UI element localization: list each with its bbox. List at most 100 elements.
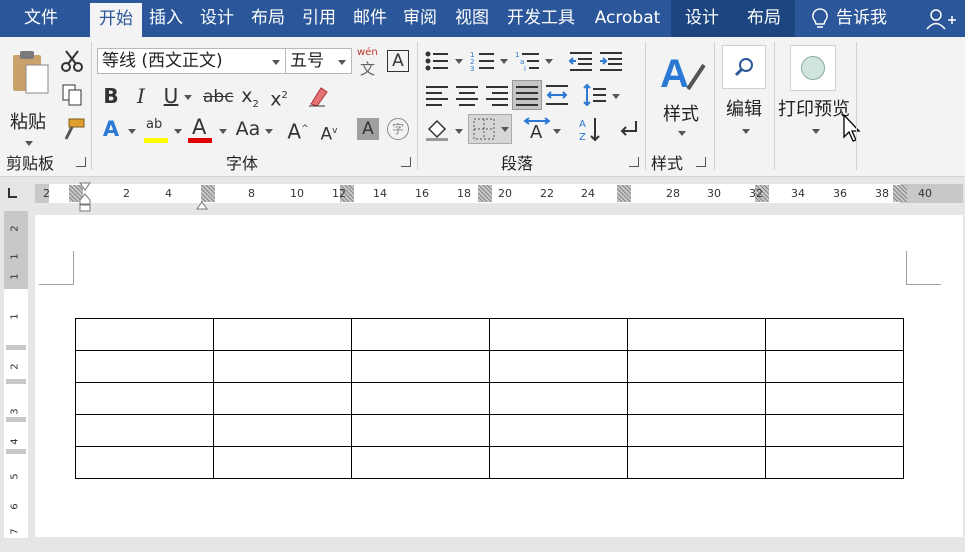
line-spacing-icon[interactable]: [582, 83, 608, 107]
table-cell[interactable]: [351, 350, 490, 383]
document-page[interactable]: [35, 215, 963, 537]
horizontal-ruler[interactable]: 2 2 4 8 10 12 14 16 18 20 22 24 28 30 32 34 36 38 40: [0, 177, 965, 212]
row-marker[interactable]: [6, 345, 26, 350]
table-cell[interactable]: [627, 318, 766, 351]
table-cell[interactable]: [213, 318, 352, 351]
tab-9[interactable]: 开发工具: [500, 0, 582, 37]
show-formatting-marks-icon[interactable]: [616, 117, 640, 141]
tab-6[interactable]: 邮件: [347, 0, 393, 37]
table-cell[interactable]: [765, 446, 904, 479]
numbering-icon[interactable]: 1 2 3: [470, 50, 496, 72]
italic-button[interactable]: I: [130, 85, 152, 107]
table-cell[interactable]: [75, 414, 214, 447]
table-cell[interactable]: [75, 446, 214, 479]
superscript-button[interactable]: x2: [267, 85, 291, 110]
align-center-icon[interactable]: [455, 84, 479, 106]
column-marker[interactable]: [893, 185, 907, 202]
line-spacing-dropdown-caret[interactable]: [612, 94, 620, 99]
row-marker[interactable]: [6, 379, 26, 384]
tab-0[interactable]: 文件: [6, 0, 76, 37]
right-indent-marker[interactable]: [196, 196, 208, 210]
table-cell[interactable]: [213, 350, 352, 383]
shrink-font-button[interactable]: Av: [316, 120, 342, 146]
table-cell[interactable]: [75, 382, 214, 415]
vertical-ruler[interactable]: 2 1 1 1 2 3 4 5 6 7: [4, 211, 28, 538]
increase-indent-icon[interactable]: [598, 50, 624, 72]
table-cell[interactable]: [765, 414, 904, 447]
column-marker[interactable]: [617, 185, 631, 202]
enclose-characters-button[interactable]: 字: [387, 118, 409, 140]
table-cell[interactable]: [765, 382, 904, 415]
indent-marker[interactable]: [79, 182, 91, 212]
align-right-icon[interactable]: [485, 84, 509, 106]
grow-font-button[interactable]: A^: [285, 118, 311, 143]
underline-button[interactable]: U: [160, 85, 182, 107]
table-cell[interactable]: [765, 350, 904, 383]
clipboard-dialog-launcher[interactable]: [76, 157, 86, 167]
table-cell[interactable]: [213, 446, 352, 479]
table-cell[interactable]: [213, 414, 352, 447]
multilevel-dropdown-caret[interactable]: [545, 59, 553, 64]
change-case-button[interactable]: Aa: [233, 118, 263, 140]
bullets-dropdown-caret[interactable]: [455, 59, 463, 64]
phonetic-guide-button[interactable]: wén 文: [356, 47, 380, 78]
row-marker[interactable]: [6, 417, 26, 422]
subscript-button[interactable]: x2: [238, 85, 262, 116]
table-cell[interactable]: [213, 382, 352, 415]
tab-4[interactable]: 布局: [246, 0, 290, 37]
tab-selector-icon[interactable]: [6, 188, 18, 200]
shading-icon[interactable]: [425, 117, 451, 141]
tab-1[interactable]: 开始: [90, 3, 142, 37]
tab-2[interactable]: 插入: [143, 0, 189, 37]
text-effects-button[interactable]: A: [100, 118, 122, 140]
table-cell[interactable]: [351, 446, 490, 479]
table-cell[interactable]: [627, 382, 766, 415]
tab-8[interactable]: 视图: [447, 0, 497, 37]
tab-7[interactable]: 审阅: [397, 0, 443, 37]
copy-icon[interactable]: [60, 83, 84, 107]
distributed-icon[interactable]: [545, 83, 569, 107]
bullets-icon[interactable]: [424, 50, 450, 72]
character-shading-button[interactable]: A: [357, 118, 379, 140]
table-cell[interactable]: [627, 350, 766, 383]
table-cell[interactable]: [351, 318, 490, 351]
font-color-dropdown-caret[interactable]: [219, 129, 227, 134]
font-size-combo[interactable]: 五号: [285, 48, 352, 74]
multilevel-list-icon[interactable]: 1 a i: [515, 50, 541, 72]
styles-button[interactable]: A 样式: [652, 45, 712, 145]
table-cell[interactable]: [75, 350, 214, 383]
clear-formatting-icon[interactable]: [305, 84, 329, 108]
tab-10[interactable]: Acrobat: [585, 0, 670, 37]
numbering-dropdown-caret[interactable]: [500, 59, 508, 64]
styles-dialog-launcher[interactable]: [696, 157, 706, 167]
character-border-button[interactable]: A: [387, 50, 409, 72]
cut-icon[interactable]: [60, 49, 84, 73]
align-left-icon[interactable]: [425, 84, 449, 106]
table-cell[interactable]: [489, 382, 628, 415]
table-cell[interactable]: [627, 446, 766, 479]
highlight-dropdown-caret[interactable]: [174, 129, 182, 134]
paste-button[interactable]: 粘贴: [6, 49, 52, 149]
asian-layout-dropdown-caret[interactable]: [553, 129, 561, 134]
tab-11[interactable]: 设计: [671, 0, 733, 37]
table-cell[interactable]: [765, 318, 904, 351]
tab-3[interactable]: 设计: [194, 0, 240, 37]
table-cell[interactable]: [627, 414, 766, 447]
column-marker[interactable]: [478, 185, 492, 202]
font-dialog-launcher[interactable]: [401, 157, 411, 167]
tab-12[interactable]: 布局: [733, 0, 795, 37]
justify-button[interactable]: [512, 80, 542, 110]
font-color-button[interactable]: A: [188, 115, 214, 145]
document-table[interactable]: [75, 318, 904, 479]
bold-button[interactable]: B: [100, 85, 122, 107]
highlight-color-button[interactable]: ab: [144, 117, 170, 145]
sort-icon[interactable]: AZ: [577, 116, 603, 142]
shading-dropdown-caret[interactable]: [455, 129, 463, 134]
paragraph-dialog-launcher[interactable]: [629, 157, 639, 167]
table-cell[interactable]: [351, 414, 490, 447]
asian-layout-icon[interactable]: A: [523, 116, 551, 142]
table-cell[interactable]: [489, 350, 628, 383]
table-cell[interactable]: [489, 414, 628, 447]
borders-button[interactable]: [468, 114, 512, 144]
format-painter-icon[interactable]: [60, 117, 86, 141]
